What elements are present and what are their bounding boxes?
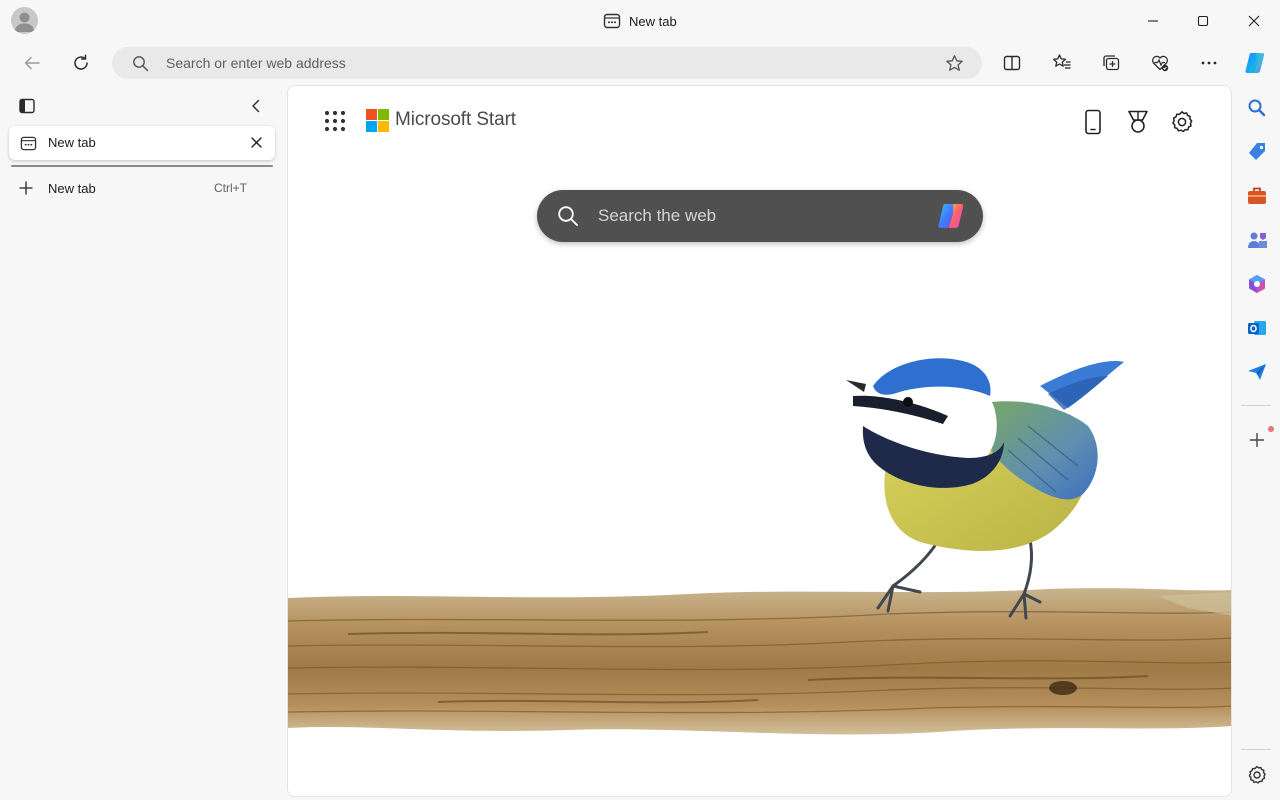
- sidebar-add-button[interactable]: [1244, 427, 1270, 453]
- new-tab-button[interactable]: New tab Ctrl+T: [9, 174, 275, 202]
- blue-tit-bird-on-branch-image: [288, 358, 1231, 735]
- back-arrow-icon: [24, 56, 40, 70]
- sidebar-drop-button[interactable]: [1244, 359, 1270, 385]
- collapse-panel-button[interactable]: [245, 95, 267, 117]
- sidebar-settings-icon: [1248, 765, 1266, 784]
- collapse-panel-icon: [252, 99, 260, 113]
- favorites-icon: [1052, 54, 1071, 69]
- browser-essentials-button[interactable]: [1143, 46, 1177, 80]
- sidebar-divider: [1241, 749, 1271, 750]
- tools-icon: [1248, 187, 1266, 204]
- page-settings-button[interactable]: [1168, 108, 1196, 136]
- sidebar-search-button[interactable]: [1244, 95, 1270, 121]
- web-search-input[interactable]: Search the web: [598, 206, 716, 226]
- address-input[interactable]: Search or enter web address: [166, 55, 346, 71]
- drop-send-icon: [1248, 364, 1266, 380]
- title-bar: New tab: [0, 0, 1280, 42]
- sidebar-games-button[interactable]: [1244, 227, 1270, 253]
- sidebar-settings-button[interactable]: [1244, 762, 1270, 788]
- refresh-icon: [74, 54, 88, 70]
- games-icon: [1248, 232, 1267, 248]
- right-sidebar: [1236, 86, 1280, 800]
- phone-button[interactable]: [1079, 108, 1107, 136]
- profile-icon: [14, 12, 35, 32]
- search-icon: [133, 56, 149, 72]
- favorite-star-icon[interactable]: [945, 54, 964, 73]
- new-tab-shortcut: Ctrl+T: [214, 181, 247, 195]
- rewards-button[interactable]: [1124, 108, 1152, 136]
- split-screen-button[interactable]: [995, 46, 1029, 80]
- search-icon: [1248, 99, 1266, 117]
- sidebar-outlook-button[interactable]: [1244, 315, 1270, 341]
- sidebar-shopping-button[interactable]: [1244, 139, 1270, 165]
- collections-button[interactable]: [1094, 46, 1128, 80]
- window-title: New tab: [603, 11, 677, 31]
- copilot-button[interactable]: [1239, 46, 1273, 80]
- brand-title: Microsoft Start: [395, 109, 516, 130]
- back-button[interactable]: [15, 46, 49, 80]
- sidebar-tools-button[interactable]: [1244, 183, 1270, 209]
- maximize-button[interactable]: [1178, 0, 1228, 42]
- favorites-button[interactable]: [1045, 46, 1079, 80]
- tab-actions-icon: [19, 98, 35, 114]
- copilot-icon: [1245, 53, 1265, 73]
- microsoft-logo: [366, 109, 389, 132]
- microsoft-365-icon: [1249, 275, 1265, 293]
- settings-icon: [1172, 111, 1193, 133]
- close-window-button[interactable]: [1229, 0, 1279, 42]
- rewards-icon: [1128, 110, 1148, 133]
- search-icon: [558, 206, 578, 226]
- close-icon: [1248, 15, 1260, 27]
- collections-icon: [1103, 55, 1120, 71]
- shopping-tag-icon: [1249, 143, 1265, 160]
- outlook-icon: [1248, 321, 1266, 335]
- close-tab-icon[interactable]: [249, 135, 264, 150]
- tab-page-icon: [20, 136, 37, 151]
- tab-page-icon: [603, 13, 621, 29]
- web-search-box[interactable]: Search the web: [537, 190, 983, 242]
- minimize-icon: [1148, 20, 1158, 22]
- plus-icon: [19, 181, 33, 195]
- sidebar-divider: [1241, 405, 1271, 406]
- address-bar[interactable]: Search or enter web address: [112, 47, 982, 79]
- apps-launcher-button[interactable]: [324, 110, 346, 132]
- more-icon: [1201, 61, 1217, 65]
- apps-launcher-icon: [324, 110, 346, 132]
- sidebar-microsoft365-button[interactable]: [1244, 271, 1270, 297]
- more-button[interactable]: [1192, 46, 1226, 80]
- copilot-icon[interactable]: [935, 201, 969, 231]
- tab-actions-button[interactable]: [16, 95, 38, 117]
- refresh-button[interactable]: [64, 46, 98, 80]
- page-content: Microsoft Start Search the web: [287, 85, 1232, 797]
- browser-essentials-icon: [1152, 55, 1169, 72]
- profile-avatar[interactable]: [11, 7, 38, 34]
- window-title-text: New tab: [629, 13, 677, 29]
- notification-dot: [1268, 426, 1274, 432]
- split-screen-icon: [1003, 55, 1021, 71]
- tab-label: New tab: [48, 135, 96, 150]
- tab-divider: [11, 165, 273, 167]
- add-icon: [1250, 433, 1264, 447]
- maximize-icon: [1197, 15, 1209, 27]
- tab-item-new-tab[interactable]: New tab: [9, 126, 275, 160]
- new-tab-label: New tab: [48, 181, 96, 196]
- phone-icon: [1085, 109, 1101, 135]
- minimize-button[interactable]: [1128, 0, 1178, 42]
